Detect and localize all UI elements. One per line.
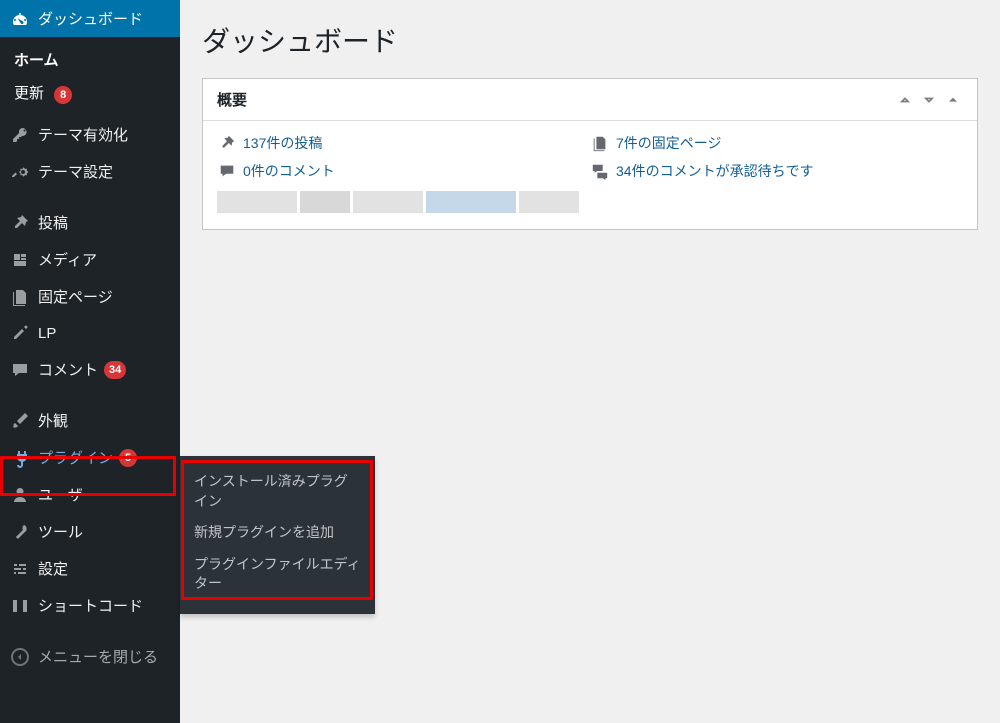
flyout-installed-plugins[interactable]: インストール済みプラグイン <box>194 466 361 517</box>
panel-body: 137件の投稿 7件の固定ページ 0件のコメント 34件のコメントが承認待ちです <box>203 121 977 229</box>
plugins-badge: 5 <box>119 449 137 467</box>
key-icon <box>10 125 30 145</box>
sidebar-item-settings[interactable]: 設定 <box>0 550 180 587</box>
sidebar-item-shortcode[interactable]: ショートコード <box>0 587 180 624</box>
comment-icon <box>217 161 237 181</box>
comments-icon <box>590 161 610 181</box>
panel-controls <box>895 90 963 110</box>
sidebar-item-dashboard[interactable]: ダッシュボード <box>0 0 180 37</box>
sidebar-item-tools[interactable]: ツール <box>0 513 180 550</box>
pages-icon <box>10 287 30 307</box>
sidebar-item-plugins[interactable]: プラグイン 5 <box>0 439 180 476</box>
user-icon <box>10 485 30 505</box>
sidebar-item-theme-settings[interactable]: テーマ設定 <box>0 153 180 190</box>
sidebar-item-media[interactable]: メディア <box>0 241 180 278</box>
stat-posts-link[interactable]: 137件の投稿 <box>243 133 322 153</box>
admin-sidebar: ダッシュボード ホーム 更新 8 テーマ有効化 テーマ設定 投稿 メディア <box>0 0 180 723</box>
sidebar-subitem-home[interactable]: ホーム <box>0 43 180 76</box>
flyout-add-new-plugin[interactable]: 新規プラグインを追加 <box>194 517 361 549</box>
panel-header: 概要 <box>203 79 977 121</box>
sidebar-item-theme-activate[interactable]: テーマ有効化 <box>0 116 180 153</box>
page-title: ダッシュボード <box>202 20 978 60</box>
plugin-icon <box>10 448 30 468</box>
dashboard-icon <box>10 9 30 29</box>
comment-icon <box>10 360 30 380</box>
overview-panel: 概要 137件の投稿 7件の固定ページ <box>202 78 978 230</box>
collapse-icon <box>10 647 30 667</box>
main-content: ダッシュボード 概要 137件の投稿 7件の <box>180 0 1000 723</box>
panel-toggle-icon[interactable] <box>943 90 963 110</box>
pages-icon <box>590 133 610 153</box>
sidebar-item-pages[interactable]: 固定ページ <box>0 278 180 315</box>
sidebar-item-appearance[interactable]: 外観 <box>0 402 180 439</box>
panel-title: 概要 <box>217 89 247 110</box>
stat-comments-link[interactable]: 0件のコメント <box>243 161 335 181</box>
sidebar-item-lp[interactable]: LP <box>0 315 180 351</box>
panel-down-icon[interactable] <box>919 90 939 110</box>
wrench-icon <box>10 522 30 542</box>
pin-icon <box>10 213 30 233</box>
updates-badge: 8 <box>54 86 72 104</box>
brush-icon <box>10 411 30 431</box>
edit-icon <box>10 323 30 343</box>
flyout-plugin-editor[interactable]: プラグインファイルエディター <box>194 549 361 600</box>
sidebar-item-posts[interactable]: 投稿 <box>0 204 180 241</box>
sidebar-submenu-dashboard: ホーム 更新 8 <box>0 37 180 116</box>
sliders-icon <box>10 559 30 579</box>
media-icon <box>10 250 30 270</box>
stat-pending-link[interactable]: 34件のコメントが承認待ちです <box>616 161 814 181</box>
stat-pages-link[interactable]: 7件の固定ページ <box>616 133 722 153</box>
redacted-row <box>217 191 963 213</box>
panel-up-icon[interactable] <box>895 90 915 110</box>
sidebar-item-users[interactable]: ユーザー <box>0 476 180 513</box>
plugins-flyout: インストール済みプラグイン 新規プラグインを追加 プラグインファイルエディター <box>180 456 375 614</box>
gear-icon <box>10 162 30 182</box>
sidebar-label: ダッシュボード <box>38 8 143 29</box>
sidebar-subitem-updates[interactable]: 更新 8 <box>0 76 180 110</box>
sidebar-collapse[interactable]: メニューを閉じる <box>0 638 180 675</box>
sidebar-item-comments[interactable]: コメント 34 <box>0 351 180 388</box>
pin-icon <box>217 133 237 153</box>
comments-badge: 34 <box>104 361 126 379</box>
brackets-icon <box>10 596 30 616</box>
